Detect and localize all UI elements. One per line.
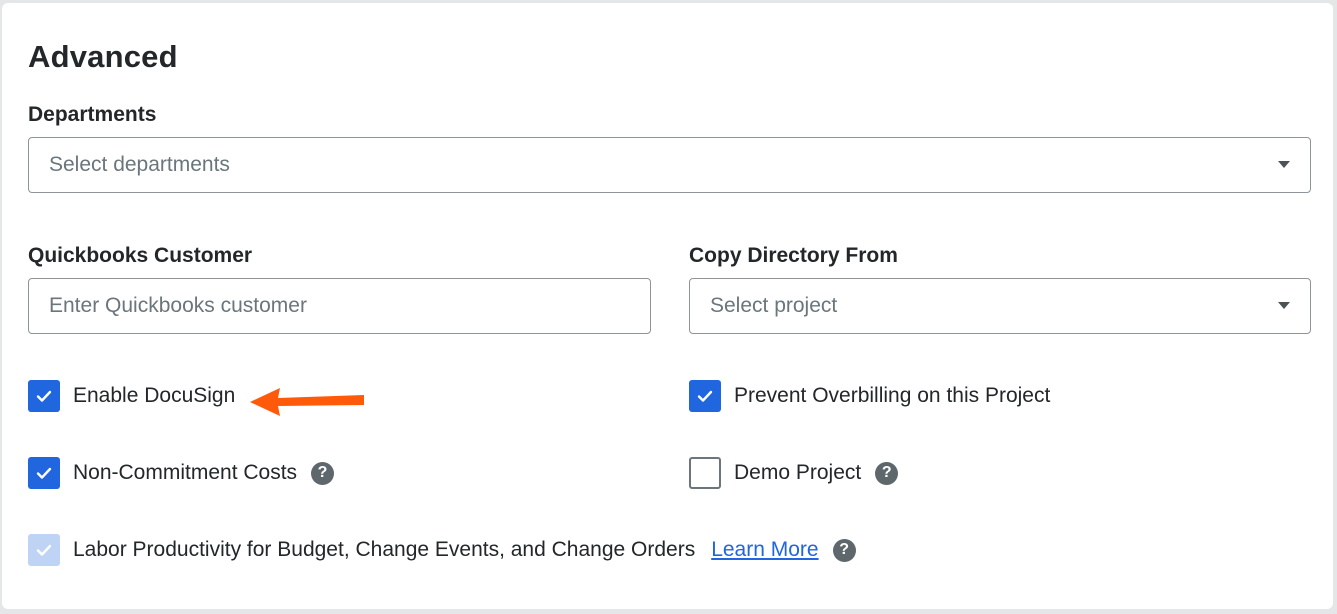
learn-more-link[interactable]: Learn More — [711, 538, 818, 562]
check-icon — [36, 467, 52, 479]
departments-select[interactable]: Select departments — [28, 137, 1311, 193]
chevron-down-icon — [1278, 302, 1290, 309]
quickbooks-customer-label: Quickbooks Customer — [28, 244, 253, 267]
check-icon — [36, 544, 52, 556]
labor-productivity-label: Labor Productivity for Budget, Change Ev… — [73, 538, 696, 561]
copy-directory-select[interactable]: Select project — [689, 278, 1311, 334]
chevron-down-icon — [1278, 161, 1290, 168]
arrow-left-icon — [250, 388, 364, 416]
advanced-panel: Advanced Departments Select departments … — [2, 3, 1333, 609]
departments-placeholder: Select departments — [49, 153, 230, 176]
prevent-overbilling-label: Prevent Overbilling on this Project — [734, 384, 1051, 407]
non-commitment-costs-row: Non-Commitment Costs ? — [28, 457, 335, 489]
departments-label: Departments — [28, 103, 157, 126]
quickbooks-customer-input[interactable] — [28, 278, 651, 334]
non-commitment-costs-checkbox[interactable] — [28, 457, 60, 489]
copy-directory-placeholder: Select project — [710, 294, 838, 317]
enable-docusign-label: Enable DocuSign — [73, 384, 236, 407]
check-icon — [697, 390, 713, 402]
help-icon[interactable]: ? — [875, 461, 899, 485]
section-title: Advanced — [28, 39, 178, 74]
demo-project-label: Demo Project — [734, 461, 862, 484]
non-commitment-costs-label: Non-Commitment Costs — [73, 461, 298, 484]
enable-docusign-checkbox[interactable] — [28, 380, 60, 412]
help-icon[interactable]: ? — [832, 538, 856, 562]
prevent-overbilling-checkbox[interactable] — [689, 380, 721, 412]
help-icon[interactable]: ? — [311, 461, 335, 485]
enable-docusign-row: Enable DocuSign — [28, 380, 235, 412]
labor-productivity-checkbox — [28, 534, 60, 566]
labor-productivity-row: Labor Productivity for Budget, Change Ev… — [28, 534, 856, 566]
prevent-overbilling-row: Prevent Overbilling on this Project — [689, 380, 1050, 412]
copy-directory-label: Copy Directory From — [689, 244, 898, 267]
demo-project-checkbox[interactable] — [689, 457, 721, 489]
demo-project-row: Demo Project ? — [689, 457, 899, 489]
check-icon — [36, 390, 52, 402]
